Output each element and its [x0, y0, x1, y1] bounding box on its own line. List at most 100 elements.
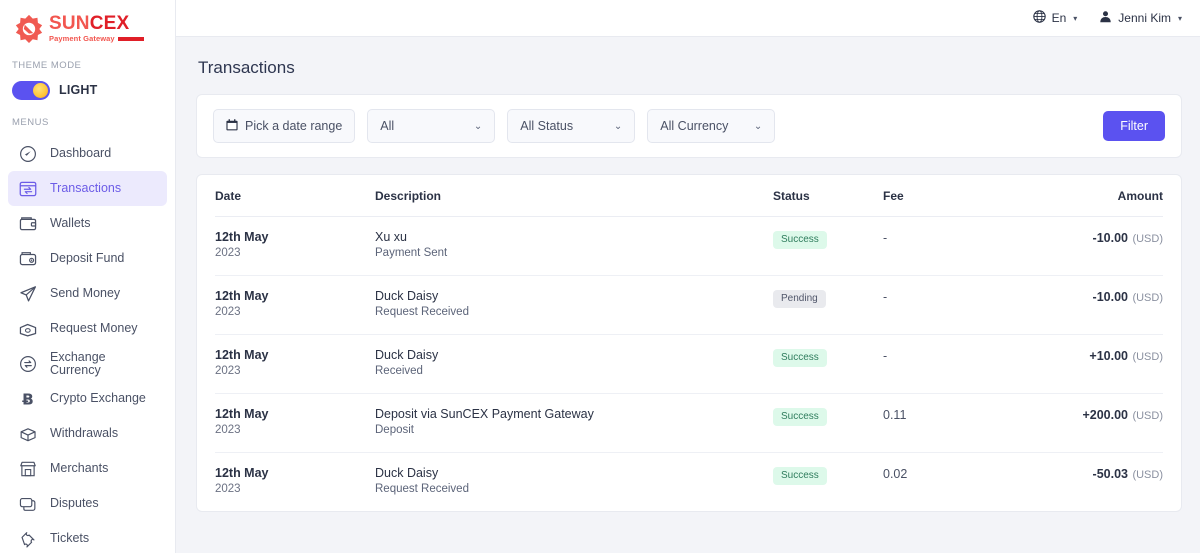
- cell-fee: -: [883, 334, 1003, 394]
- chevron-down-icon: ▾: [1177, 13, 1182, 23]
- cell-status: Success: [773, 393, 883, 453]
- type-select-value: All: [380, 119, 395, 133]
- sidebar-item-merchants[interactable]: Merchants: [8, 451, 167, 486]
- cell-description: Duck Daisy Request Received: [375, 275, 773, 335]
- amount-currency: (USD): [1132, 233, 1163, 245]
- currency-select-value: All Currency: [660, 119, 729, 133]
- brand-wordmark: SUNCEX: [49, 13, 130, 34]
- cell-fee: -: [883, 275, 1003, 335]
- globe-icon: [1032, 10, 1046, 26]
- tickets-icon: [18, 529, 38, 549]
- brand-logo[interactable]: SUNCEX Payment Gateway: [0, 0, 175, 46]
- date-range-picker[interactable]: Pick a date range: [213, 109, 356, 143]
- sidebar-item-tickets[interactable]: Tickets: [8, 521, 167, 553]
- cell-description: Duck Daisy Received: [375, 334, 773, 394]
- amount-value: -10.00: [1092, 290, 1128, 304]
- description-main: Duck Daisy: [375, 466, 439, 480]
- sidebar-item-exchange-currency[interactable]: Exchange Currency: [8, 346, 167, 381]
- sidebar-item-label: Deposit Fund: [50, 251, 125, 266]
- theme-mode-label: THEME MODE: [12, 60, 82, 71]
- amount-currency: (USD): [1132, 351, 1163, 363]
- cell-date: 12th May 2023: [215, 453, 375, 512]
- amount-currency: (USD): [1132, 410, 1163, 422]
- sidebar-item-label: Merchants: [50, 461, 109, 476]
- description-main: Xu xu: [375, 230, 407, 244]
- suncex-logo-icon: [14, 13, 44, 43]
- date-day: 12th May: [215, 407, 269, 421]
- sidebar: SUNCEX Payment Gateway THEME MODE LIGHT …: [0, 0, 176, 553]
- status-badge: Success: [773, 408, 827, 426]
- withdrawals-icon: [18, 424, 38, 444]
- description-sub: Payment Sent: [375, 247, 448, 259]
- sidebar-item-label: Disputes: [50, 496, 99, 511]
- table-row[interactable]: 12th May 2023 Duck Daisy Request Received Pe…: [215, 275, 1163, 335]
- amount-currency: (USD): [1132, 292, 1163, 304]
- filter-button[interactable]: Filter: [1103, 111, 1165, 141]
- theme-mode-row[interactable]: LIGHT: [0, 77, 175, 103]
- currency-select[interactable]: All Currency ⌄: [647, 109, 776, 143]
- sidebar-item-transactions[interactable]: Transactions: [8, 171, 167, 206]
- fee-value: -: [883, 231, 888, 245]
- request-money-icon: [18, 319, 38, 339]
- sidebar-item-crypto-exchange[interactable]: Ƀ Crypto Exchange: [8, 381, 167, 416]
- cell-status: Success: [773, 216, 883, 276]
- status-select[interactable]: All Status ⌄: [507, 109, 636, 143]
- sidebar-item-label: Request Money: [50, 321, 138, 336]
- sidebar-item-disputes[interactable]: Disputes: [8, 486, 167, 521]
- cell-amount: +200.00 (USD): [1003, 393, 1163, 453]
- sidebar-item-label: Crypto Exchange: [50, 391, 146, 406]
- svg-text:Ƀ: Ƀ: [22, 390, 34, 408]
- disputes-icon: [18, 494, 38, 514]
- status-badge: Success: [773, 467, 827, 485]
- type-select[interactable]: All ⌄: [367, 109, 496, 143]
- brand-tagline: Payment Gateway: [49, 35, 144, 43]
- date-year: 2023: [215, 424, 241, 436]
- date-year: 2023: [215, 483, 241, 495]
- column-header-amount: Amount: [1003, 175, 1163, 217]
- speedometer-icon: [18, 144, 38, 164]
- sidebar-item-request-money[interactable]: Request Money: [8, 311, 167, 346]
- sidebar-item-deposit-fund[interactable]: Deposit Fund: [8, 241, 167, 276]
- chevron-down-icon: ⌄: [613, 120, 623, 132]
- content-area: Transactions Pick a date range All ⌄ All…: [176, 37, 1200, 553]
- status-badge: Success: [773, 349, 827, 367]
- theme-mode-value: LIGHT: [59, 83, 98, 97]
- sidebar-item-label: Dashboard: [50, 146, 112, 161]
- sidebar-item-dashboard[interactable]: Dashboard: [8, 136, 167, 171]
- language-selector[interactable]: En ▾: [1032, 10, 1077, 26]
- sidebar-item-wallets[interactable]: Wallets: [8, 206, 167, 241]
- cell-description: Deposit via SunCEX Payment Gateway Deposi…: [375, 393, 773, 453]
- date-day: 12th May: [215, 466, 269, 480]
- amount-value: -50.03: [1092, 467, 1128, 481]
- status-select-value: All Status: [520, 119, 574, 133]
- description-main: Duck Daisy: [375, 289, 439, 303]
- table-row[interactable]: 12th May 2023 Deposit via SunCEX Payment G…: [215, 393, 1163, 453]
- description-main: Deposit via SunCEX Payment Gateway: [375, 407, 594, 421]
- cell-description: Duck Daisy Request Received: [375, 453, 773, 512]
- date-day: 12th May: [215, 230, 269, 244]
- table-header-row: Date Description Status Fee Amount: [215, 175, 1163, 217]
- amount-value: -10.00: [1092, 231, 1128, 245]
- table-header: Date Description Status Fee Amount: [215, 175, 1163, 217]
- deposit-fund-icon: [18, 249, 38, 269]
- exchange-currency-icon: [18, 354, 38, 374]
- sidebar-item-label: Withdrawals: [50, 426, 119, 441]
- sidebar-item-withdrawals[interactable]: Withdrawals: [8, 416, 167, 451]
- transactions-table-card: Date Description Status Fee Amount 12th …: [196, 174, 1182, 512]
- theme-toggle[interactable]: [12, 80, 50, 100]
- sidebar-item-send-money[interactable]: Send Money: [8, 276, 167, 311]
- wallet-icon: [18, 214, 38, 234]
- status-badge: Success: [773, 231, 827, 249]
- column-header-fee: Fee: [883, 175, 1003, 217]
- description-sub: Deposit: [375, 424, 414, 436]
- user-menu[interactable]: Jenni Kim ▾: [1099, 10, 1182, 26]
- table-row[interactable]: 12th May 2023 Xu xu Payment Sent Success - -10…: [215, 216, 1163, 276]
- table-row[interactable]: 12th May 2023 Duck Daisy Request Received Su…: [215, 453, 1163, 512]
- filter-panel: Pick a date range All ⌄ All Status ⌄ All…: [196, 94, 1182, 158]
- cell-amount: +10.00 (USD): [1003, 334, 1163, 394]
- menus-label: MENUS: [12, 117, 49, 128]
- sidebar-menu: Dashboard Transactions Wallets Deposit Fund…: [0, 136, 175, 553]
- table-row[interactable]: 12th May 2023 Duck Daisy Received Success - +1…: [215, 334, 1163, 394]
- cell-fee: 0.02: [883, 453, 1003, 512]
- cell-amount: -10.00 (USD): [1003, 275, 1163, 335]
